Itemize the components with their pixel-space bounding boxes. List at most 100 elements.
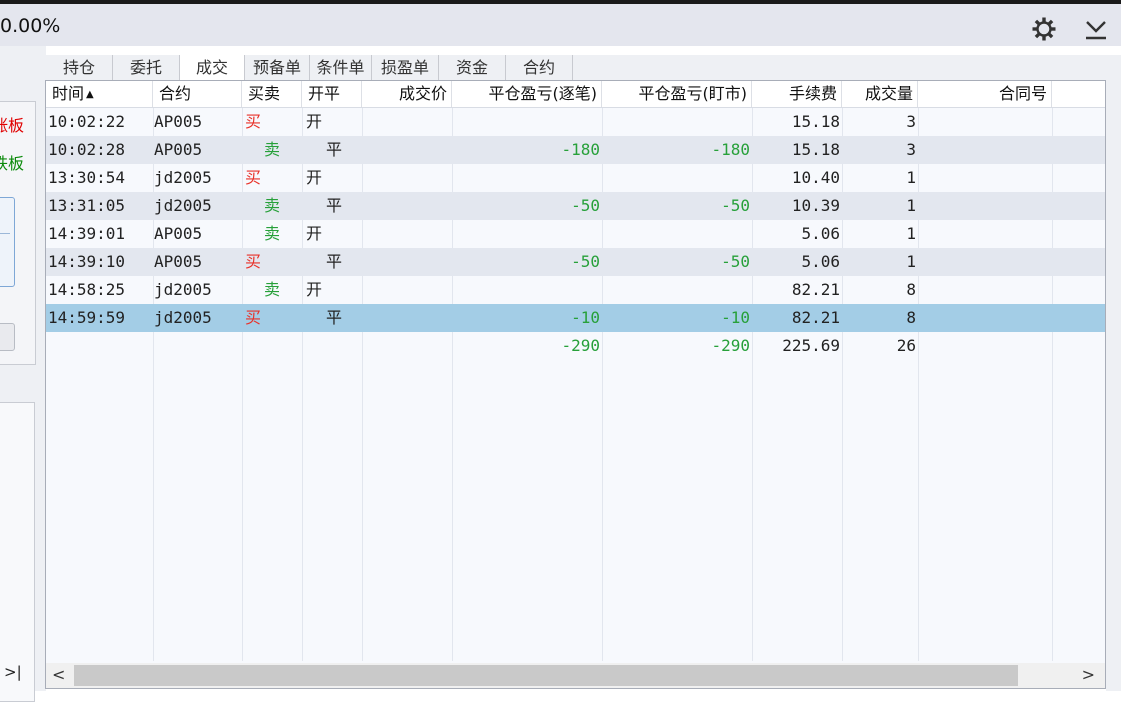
cell-pl-mark: -50 (721, 252, 750, 271)
cell-side: 买 (245, 168, 262, 187)
cell-time: 14:58:25 (48, 280, 126, 299)
limit-down-label[interactable]: 跌板 (0, 150, 24, 174)
header-volume[interactable]: 成交量 (842, 81, 918, 107)
limit-up-label[interactable]: 涨板 (0, 112, 24, 136)
left-panel: 涨板 跌板 >| (0, 46, 46, 702)
cell-time: 10:02:22 (48, 112, 126, 131)
table-row[interactable]: 13:31:05 jd2005 卖 平 -50 -50 10.39 1 (46, 192, 1105, 220)
tab-positions[interactable]: 持仓 (46, 55, 113, 80)
cell-time: 13:31:05 (48, 196, 126, 215)
expand-panel-icon[interactable]: >| (4, 663, 22, 681)
cell-pl-mark: -50 (721, 196, 750, 215)
header-open-close[interactable]: 开平 (302, 81, 362, 107)
header-pl-mark-to-market[interactable]: 平仓盈亏(盯市) (602, 81, 752, 107)
cell-fee: 82.21 (791, 308, 840, 327)
cell-volume: 8 (906, 308, 916, 327)
cell-fee: 82.21 (791, 280, 840, 299)
cell-side: 卖 (264, 196, 281, 215)
cell-pl-mark: -10 (721, 308, 750, 327)
cell-fee: 10.39 (791, 196, 840, 215)
cell-order-no (918, 108, 1052, 136)
cell-pl-per-trade (452, 220, 602, 248)
cell-pl-per-trade: -50 (571, 196, 600, 215)
cell-side: 买 (245, 308, 262, 327)
cell-price (362, 220, 452, 248)
table-row[interactable]: 14:39:01 AP005 卖 开 5.06 1 (46, 220, 1105, 248)
cell-order-no (918, 220, 1052, 248)
header-contract[interactable]: 合约 (153, 81, 242, 107)
cell-order-no (918, 304, 1052, 332)
cell-open-close: 开 (306, 168, 323, 187)
cell-time: 13:30:54 (48, 168, 126, 187)
left-panel-small-button[interactable] (0, 323, 15, 351)
cell-time: 14:59:59 (48, 308, 126, 327)
cell-pl-mark: -180 (711, 140, 750, 159)
tab-prepared-orders[interactable]: 预备单 (245, 55, 310, 80)
cell-pl-mark (602, 164, 752, 192)
header-time-label: 时间 (52, 84, 85, 103)
cell-pl-mark (602, 108, 752, 136)
cell-price (362, 276, 452, 304)
cell-open-close: 平 (326, 140, 343, 159)
cell-contract: jd2005 (154, 168, 212, 187)
gear-icon[interactable] (1030, 15, 1058, 43)
cell-pl-per-trade: -10 (571, 308, 600, 327)
table-row[interactable]: 10:02:28 AP005 卖 平 -180 -180 15.18 3 (46, 136, 1105, 164)
tab-contracts[interactable]: 合约 (506, 55, 573, 80)
cell-contract: AP005 (154, 112, 203, 131)
left-panel-button[interactable] (0, 197, 15, 287)
tab-conditional-orders[interactable]: 条件单 (310, 55, 372, 80)
tab-trades[interactable]: 成交 (180, 55, 245, 80)
button-divider (0, 233, 10, 234)
collapse-down-icon[interactable] (1082, 16, 1110, 44)
cell-fee: 10.40 (791, 168, 840, 187)
percent-readout: 0.00% (0, 15, 61, 37)
scroll-right-icon[interactable]: > (1082, 665, 1095, 684)
cell-pl-per-trade: -50 (571, 252, 600, 271)
header-side[interactable]: 买卖 (242, 81, 302, 107)
header-order-no[interactable]: 合同号 (918, 81, 1052, 107)
top-toolbar: 0.00% (0, 4, 1121, 46)
left-panel-lower-box (0, 402, 35, 702)
horizontal-scrollbar[interactable]: < > (46, 663, 1105, 688)
cell-open-close: 平 (326, 252, 343, 271)
cell-volume: 8 (906, 280, 916, 299)
tab-funds[interactable]: 资金 (439, 55, 506, 80)
header-fee[interactable]: 手续费 (752, 81, 842, 107)
cell-pl-per-trade (452, 276, 602, 304)
cell-price (362, 164, 452, 192)
cell-contract: jd2005 (154, 308, 212, 327)
table-row[interactable]: 10:02:22 AP005 买 开 15.18 3 (46, 108, 1105, 136)
table-row[interactable]: 14:58:25 jd2005 卖 开 82.21 8 (46, 276, 1105, 304)
table-header: 时间 ▲ 合约 买卖 开平 成交价 平仓盈亏(逐笔) 平仓盈亏(盯市) 手续费 成… (46, 81, 1105, 108)
table-row[interactable]: 14:39:10 AP005 买 平 -50 -50 5.06 1 (46, 248, 1105, 276)
cell-fee: 15.18 (791, 140, 840, 159)
cell-price (362, 108, 452, 136)
cell-time: 14:39:01 (48, 224, 126, 243)
scrollbar-thumb[interactable] (74, 665, 1018, 686)
table-row[interactable]: 14:59:59 jd2005 买 平 -10 -10 82.21 8 (46, 304, 1105, 332)
tab-orders[interactable]: 委托 (113, 55, 180, 80)
cell-open-close: 开 (306, 224, 323, 243)
cell-fee: 5.06 (801, 252, 840, 271)
cell-price (362, 136, 452, 164)
cell-volume: 1 (906, 196, 916, 215)
cell-price (362, 304, 452, 332)
cell-volume: 1 (906, 224, 916, 243)
cell-fee: 15.18 (791, 112, 840, 131)
header-price[interactable]: 成交价 (362, 81, 452, 107)
cell-pl-mark (602, 276, 752, 304)
cell-volume: 1 (906, 252, 916, 271)
cell-side: 卖 (264, 224, 281, 243)
cell-open-close: 平 (326, 196, 343, 215)
table-row[interactable]: 13:30:54 jd2005 买 开 10.40 1 (46, 164, 1105, 192)
scroll-left-icon[interactable]: < (52, 665, 65, 684)
cell-time: 14:39:10 (48, 252, 126, 271)
total-pl-per-trade: -290 (561, 336, 600, 355)
header-pl-per-trade[interactable]: 平仓盈亏(逐笔) (452, 81, 602, 107)
cell-volume: 3 (906, 112, 916, 131)
header-time[interactable]: 时间 ▲ (46, 81, 153, 107)
cell-side: 买 (245, 252, 262, 271)
tab-stop-orders[interactable]: 损盈单 (372, 55, 439, 80)
cell-contract: jd2005 (154, 280, 212, 299)
